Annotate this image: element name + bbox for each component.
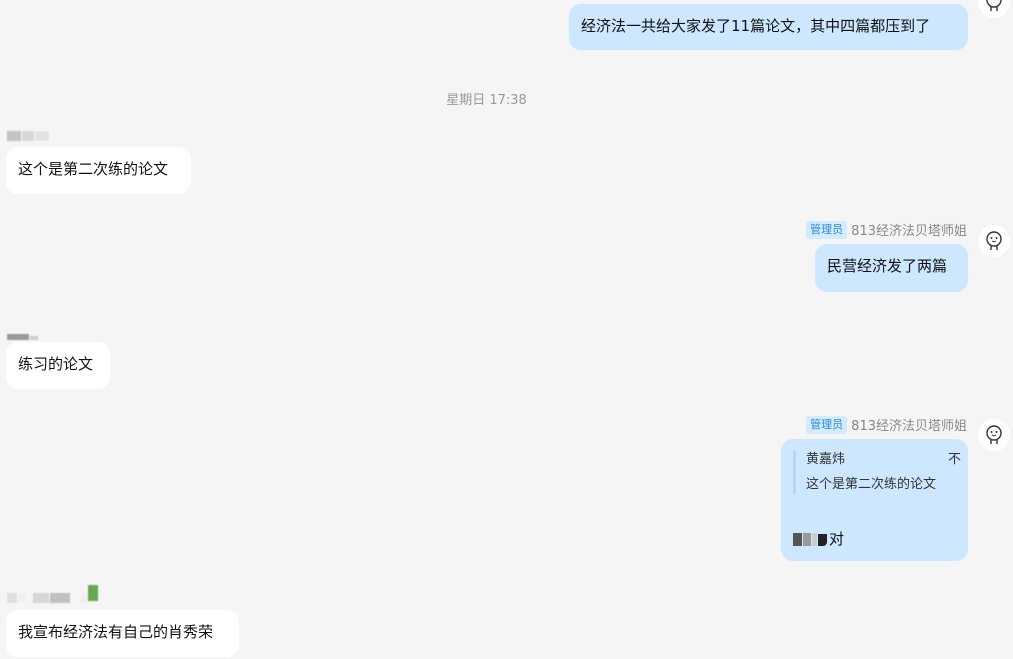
admin-avatar[interactable] (978, 0, 1010, 18)
message-bubble-incoming[interactable]: 练习的论文 (6, 342, 110, 389)
sender-name[interactable]: 813经济法贝塔师姐 (851, 415, 967, 434)
chat-history[interactable]: 经济法一共给大家发了11篇论文，其中四篇都压到了 星期日 17:38 这个是第二… (0, 0, 1013, 659)
message-bubble-outgoing[interactable]: 民营经济发了两篇 (815, 244, 968, 292)
quote-text: 这个是第二次练的论文 (806, 477, 937, 492)
message-text: 经济法一共给大家发了11篇论文，其中四篇都压到了 (581, 17, 931, 35)
message-text: 练习的论文 (18, 355, 94, 373)
quote-suffix: 不 (947, 452, 961, 467)
admin-badge: 管理员 (806, 415, 848, 434)
quote-author: 黄嘉炜 (806, 452, 846, 467)
message-bubble-incoming[interactable]: 我宣布经济法有自己的肖秀荣 (6, 610, 239, 657)
sender-name[interactable]: 813经济法贝塔师姐 (851, 220, 967, 239)
redacted-text (793, 532, 827, 546)
cartoon-face-icon (986, 231, 1002, 250)
reply-text: 对 (829, 530, 845, 548)
message-text: 这个是第二次练的论文 (18, 160, 169, 178)
message-bubble-incoming[interactable]: 这个是第二次练的论文 (6, 147, 191, 194)
message-bubble-outgoing[interactable]: 经济法一共给大家发了11篇论文，其中四篇都压到了 (569, 4, 968, 50)
cartoon-face-icon (986, 0, 1002, 11)
timestamp-divider: 星期日 17:38 (446, 93, 527, 108)
quoted-reply-bubble[interactable]: 黄嘉炜 不 这个是第二次练的论文 对 (781, 439, 968, 561)
admin-avatar[interactable] (978, 225, 1010, 257)
blurred-sender-name (7, 325, 39, 340)
message-text: 我宣布经济法有自己的肖秀荣 (18, 623, 214, 641)
blurred-sender-name (7, 126, 50, 141)
sender-row: 管理员 813经济法贝塔师姐 (806, 220, 967, 239)
blurred-sender-name (7, 585, 99, 603)
admin-avatar[interactable] (978, 419, 1010, 451)
cartoon-face-icon (986, 425, 1002, 444)
message-text: 民营经济发了两篇 (827, 257, 948, 275)
quoted-message[interactable]: 黄嘉炜 不 这个是第二次练的论文 (793, 451, 961, 494)
admin-badge: 管理员 (806, 220, 848, 239)
reply-content: 对 (793, 529, 844, 549)
sender-row: 管理员 813经济法贝塔师姐 (806, 415, 967, 434)
